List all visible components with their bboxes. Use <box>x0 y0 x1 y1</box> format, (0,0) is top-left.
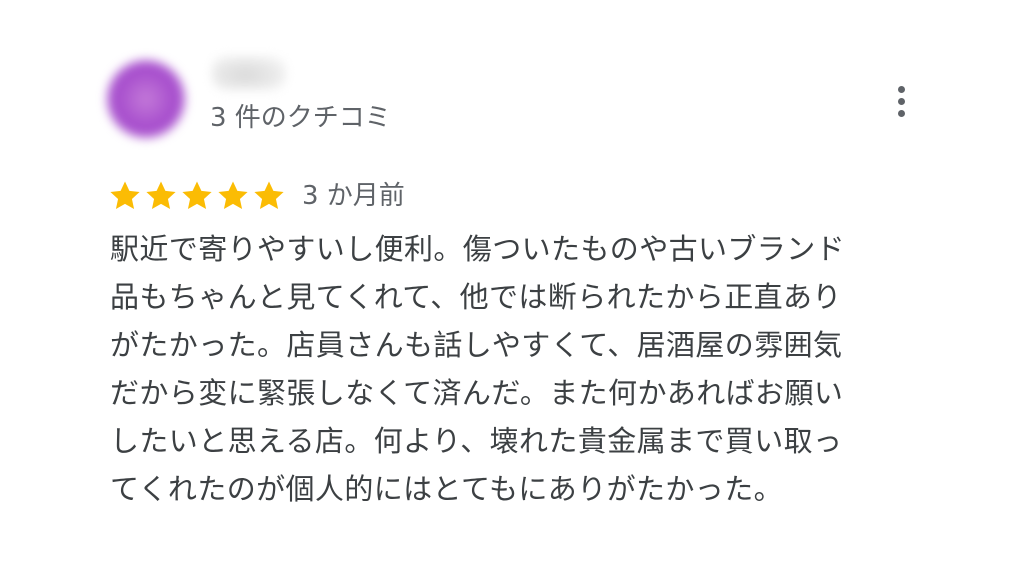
reviewer-name-blurred[interactable] <box>212 56 286 90</box>
star-icon <box>146 181 176 210</box>
star-icon <box>182 181 212 210</box>
reviewer-avatar[interactable] <box>107 60 185 138</box>
reviewer-review-count[interactable]: 3 件のクチコミ <box>210 98 391 138</box>
review-text: 駅近で寄りやすいし便利。傷ついたものや古いブランド 品もちゃんと見てくれて、他で… <box>110 232 846 506</box>
review-date: 3 か月前 <box>302 181 405 211</box>
review-card: 3 件のクチコミ 3 か月前 駅近で寄りやすいし便利。傷ついたものや古いブランド… <box>0 0 1024 576</box>
rating-row: 3 か月前 <box>108 176 405 216</box>
star-rating <box>108 179 288 213</box>
star-icon <box>110 181 140 210</box>
more-vert-icon <box>898 86 905 93</box>
star-icon <box>218 181 248 210</box>
more-vert-icon-dot <box>898 110 905 117</box>
more-options-button[interactable] <box>882 80 922 124</box>
star-icon <box>254 181 284 210</box>
more-vert-icon-dot <box>898 98 905 105</box>
